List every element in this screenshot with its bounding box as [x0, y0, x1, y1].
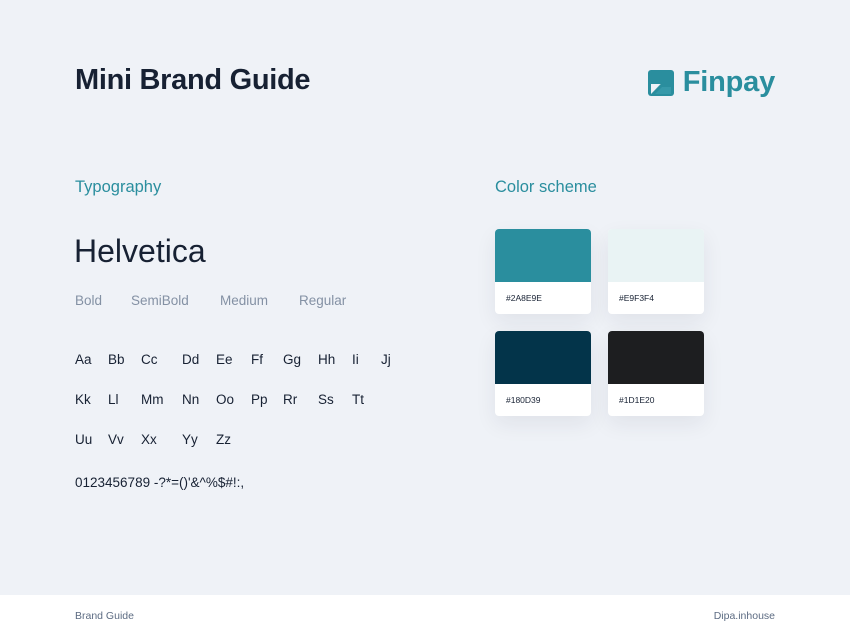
glyph: Cc — [141, 352, 158, 367]
weight-semibold: SemiBold — [131, 293, 189, 308]
swatch-color-fill — [495, 229, 591, 282]
color-swatch: #E9F3F4 — [608, 229, 704, 314]
swatch-color-fill — [495, 331, 591, 384]
glyph: Kk — [75, 392, 91, 407]
glyph: Vv — [108, 432, 124, 447]
glyph-row-1: Aa Bb Cc Dd Ee Ff Gg Hh Ii Jj — [75, 352, 415, 372]
glyph: Rr — [283, 392, 298, 407]
weight-regular: Regular — [299, 293, 347, 308]
glyph: Ii — [352, 352, 359, 367]
glyph: Xx — [141, 432, 157, 447]
weight-medium: Medium — [220, 293, 269, 308]
weight-bold: Bold — [75, 293, 103, 308]
glyph: Ee — [216, 352, 233, 367]
glyph: Zz — [216, 432, 231, 447]
glyph: Pp — [251, 392, 268, 407]
color-scheme-section-title: Color scheme — [495, 178, 597, 196]
finpay-logo-icon — [647, 69, 674, 96]
footer-author: Dipa.inhouse — [713, 610, 775, 622]
glyph: Ss — [318, 392, 334, 407]
glyph: Oo — [216, 392, 235, 407]
digits-and-symbols: 0123456789 -?*=()'&^%$#!:, — [75, 475, 245, 490]
glyph: Yy — [182, 432, 198, 447]
glyph: Aa — [75, 352, 92, 367]
typography-section-title: Typography — [75, 178, 162, 196]
brand-name: Finpay — [682, 66, 775, 98]
glyph: Uu — [75, 432, 93, 447]
font-name: Helvetica — [74, 233, 206, 269]
glyph: Tt — [352, 392, 364, 407]
glyph-row-2: Kk Ll Mm Nn Oo Pp Rr Ss Tt — [75, 392, 415, 412]
glyph: Ff — [251, 352, 263, 367]
color-swatch: #180D39 — [495, 331, 591, 416]
glyph: Ll — [108, 392, 119, 407]
swatch-hex-label: #1D1E20 — [619, 395, 655, 405]
brand-logo: Finpay — [647, 66, 775, 98]
footer-brand-guide: Brand Guide — [75, 610, 134, 622]
swatch-color-fill — [608, 229, 704, 282]
glyph-row-3: Uu Vv Xx Yy Zz — [75, 432, 415, 452]
page-title: Mini Brand Guide — [75, 64, 311, 96]
swatch-hex-label: #180D39 — [506, 395, 541, 405]
glyph: Jj — [381, 352, 391, 367]
glyph: Mm — [141, 392, 164, 407]
swatch-hex-label: #2A8E9E — [506, 293, 542, 303]
glyph: Gg — [283, 352, 302, 367]
swatch-color-fill — [608, 331, 704, 384]
color-swatch: #2A8E9E — [495, 229, 591, 314]
glyph: Bb — [108, 352, 125, 367]
glyph: Dd — [182, 352, 200, 367]
glyph: Nn — [182, 392, 200, 407]
color-swatch: #1D1E20 — [608, 331, 704, 416]
brand-guide-page: Mini Brand Guide Finpay Typography Color… — [0, 0, 850, 595]
swatch-hex-label: #E9F3F4 — [619, 293, 654, 303]
glyph: Hh — [318, 352, 336, 367]
